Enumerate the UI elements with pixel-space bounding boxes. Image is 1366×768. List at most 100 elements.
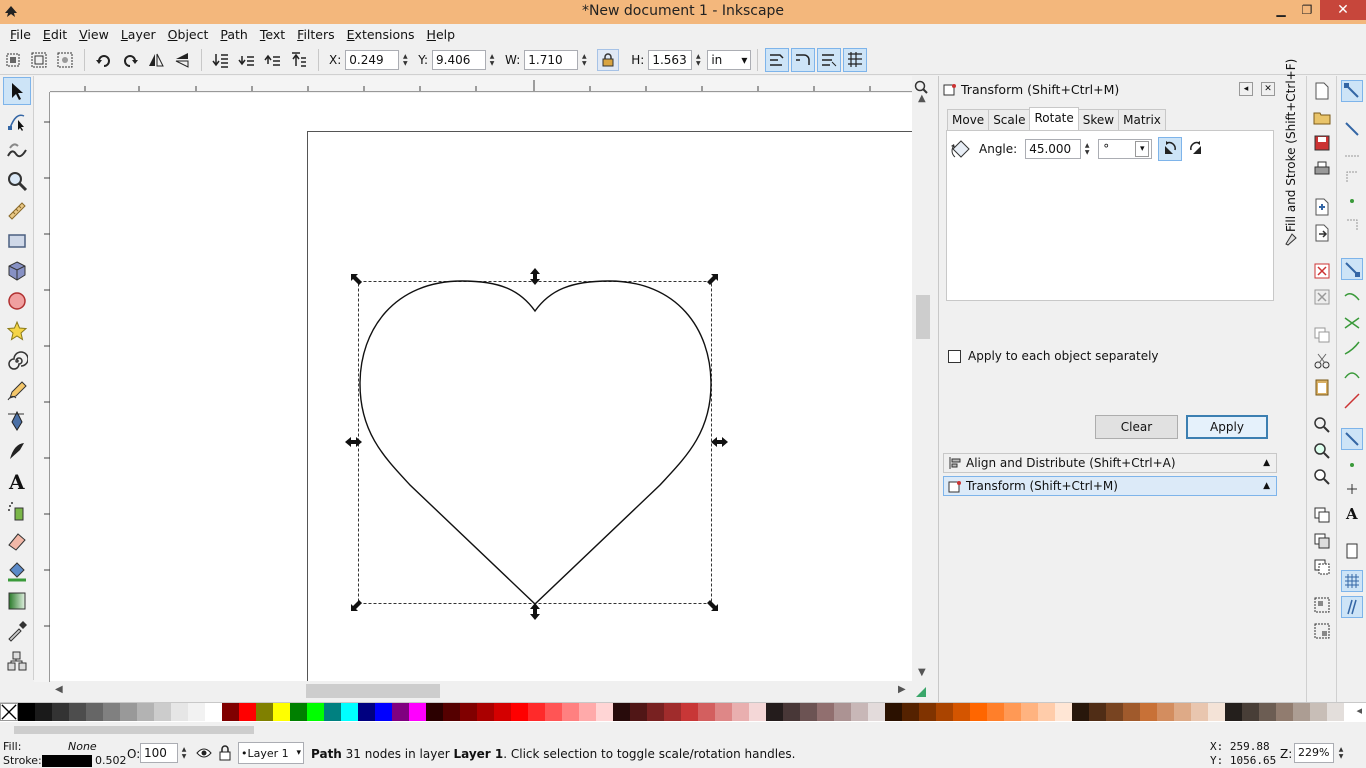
h-stepper[interactable]: ▲ ▼ — [693, 50, 703, 70]
palette-swatch[interactable] — [749, 703, 766, 721]
palette-swatch[interactable] — [885, 703, 902, 721]
apply-each-checkbox[interactable] — [948, 349, 961, 363]
snap-cusp-nodes-toggle[interactable] — [1341, 338, 1363, 360]
star-tool[interactable] — [3, 317, 31, 345]
palette-swatch[interactable] — [817, 703, 834, 721]
ungroup-icon[interactable] — [1313, 622, 1331, 640]
transform-patterns-toggle[interactable] — [843, 47, 868, 72]
palette-swatch[interactable] — [324, 703, 341, 721]
palette-swatch[interactable] — [1327, 703, 1344, 721]
pen-tool[interactable] — [3, 407, 31, 435]
drawing-canvas[interactable] — [50, 93, 912, 681]
scroll-down-icon[interactable]: ▼ — [918, 667, 926, 678]
w-stepper[interactable]: ▲ ▼ — [579, 50, 589, 70]
palette-swatch[interactable] — [52, 703, 69, 721]
clone-icon[interactable] — [1313, 532, 1331, 550]
tab-move[interactable]: Move — [947, 109, 990, 131]
palette-swatch[interactable] — [1004, 703, 1021, 721]
tab-scale[interactable]: Scale — [988, 109, 1031, 131]
palette-swatch[interactable] — [120, 703, 137, 721]
menu-extensions[interactable]: Extensions — [341, 27, 421, 42]
palette-swatch[interactable] — [953, 703, 970, 721]
menu-text[interactable]: Text — [254, 27, 291, 42]
snap-bbox-toggle[interactable] — [1341, 118, 1363, 140]
minimize-button[interactable]: ▁ — [1268, 0, 1294, 20]
palette-swatch[interactable] — [103, 703, 120, 721]
horizontal-ruler[interactable] — [50, 76, 912, 92]
scroll-up-icon[interactable]: ▲ — [918, 93, 926, 104]
close-dialog-button[interactable]: ✕ — [1261, 82, 1275, 96]
scale-radii-toggle[interactable] — [791, 47, 816, 72]
handle-nw-icon[interactable] — [351, 274, 362, 285]
color-manage-toggle-icon[interactable] — [914, 685, 928, 699]
zoom-tool[interactable] — [3, 167, 31, 195]
maximize-button[interactable]: ❐ — [1294, 0, 1320, 20]
angle-input[interactable]: 45.000 — [1025, 139, 1082, 159]
palette-swatch[interactable] — [851, 703, 868, 721]
palette-swatch[interactable] — [86, 703, 103, 721]
handle-ne-icon[interactable] — [707, 274, 718, 285]
snap-nodes-toggle[interactable] — [1341, 258, 1363, 280]
palette-swatch[interactable] — [766, 703, 783, 721]
palette-swatch[interactable] — [154, 703, 171, 721]
palette-swatch[interactable] — [35, 703, 52, 721]
palette-swatch[interactable] — [392, 703, 409, 721]
palette-swatch[interactable] — [171, 703, 188, 721]
snap-others-toggle[interactable] — [1341, 428, 1363, 450]
palette-swatch[interactable] — [460, 703, 477, 721]
handle-sw-icon[interactable] — [351, 600, 362, 611]
snap-page-border-toggle[interactable] — [1341, 540, 1363, 562]
palette-swatch[interactable] — [222, 703, 239, 721]
palette-menu-icon[interactable]: ◂ — [1356, 704, 1362, 717]
undo-icon[interactable] — [1313, 262, 1331, 280]
spray-tool[interactable] — [3, 497, 31, 525]
palette-swatch[interactable] — [1123, 703, 1140, 721]
spiral-tool[interactable] — [3, 347, 31, 375]
clear-button[interactable]: Clear — [1095, 415, 1178, 439]
palette-swatch[interactable] — [375, 703, 392, 721]
zoom-drawing-icon[interactable] — [1313, 442, 1331, 460]
palette-swatch[interactable] — [698, 703, 715, 721]
horizontal-scrollbar[interactable]: ◀ ▶ — [50, 681, 912, 701]
paint-bucket-tool[interactable] — [3, 557, 31, 585]
palette-swatch[interactable] — [1157, 703, 1174, 721]
deselect-button[interactable] — [54, 49, 76, 71]
palette-swatch[interactable] — [205, 703, 222, 721]
palette-swatch[interactable] — [613, 703, 630, 721]
palette-swatch[interactable] — [290, 703, 307, 721]
snap-paths-toggle[interactable] — [1341, 286, 1363, 308]
palette-swatch[interactable] — [1293, 703, 1310, 721]
palette-swatch[interactable] — [1242, 703, 1259, 721]
palette-swatch[interactable] — [494, 703, 511, 721]
palette-swatch[interactable] — [664, 703, 681, 721]
palette-swatch[interactable] — [69, 703, 86, 721]
opacity-stepper[interactable]: ▲ ▼ — [179, 743, 189, 763]
snap-intersections-toggle[interactable] — [1341, 312, 1363, 334]
palette-swatch[interactable] — [273, 703, 290, 721]
palette-swatch[interactable] — [528, 703, 545, 721]
tweak-tool[interactable] — [3, 137, 31, 165]
y-input[interactable]: 9.406 — [432, 49, 487, 70]
scale-handles[interactable] — [345, 268, 728, 620]
rectangle-tool[interactable] — [3, 227, 31, 255]
y-stepper[interactable]: ▲ ▼ — [487, 50, 497, 70]
menu-help[interactable]: Help — [421, 27, 462, 42]
fill-stroke-vertical-tab[interactable]: Fill and Stroke (Shift+Ctrl+F) — [1284, 59, 1298, 232]
palette-swatch[interactable] — [426, 703, 443, 721]
palette-swatch[interactable] — [987, 703, 1004, 721]
open-folder-icon[interactable] — [1313, 108, 1331, 126]
current-layer-select[interactable]: •Layer 1 ▾ — [238, 742, 304, 764]
menu-view[interactable]: View — [73, 27, 115, 42]
palette-swatch[interactable] — [545, 703, 562, 721]
palette-swatch[interactable] — [256, 703, 273, 721]
fill-stroke-icon[interactable] — [1284, 232, 1298, 246]
import-icon[interactable] — [1313, 198, 1331, 216]
palette-swatch[interactable] — [562, 703, 579, 721]
snap-centers-toggle[interactable] — [1341, 454, 1363, 476]
lower-button[interactable] — [236, 49, 258, 71]
h-input[interactable]: 1.563 — [648, 49, 693, 70]
palette-swatch[interactable] — [647, 703, 664, 721]
raise-button[interactable] — [262, 49, 284, 71]
snap-guides-toggle[interactable] — [1341, 596, 1363, 618]
menu-file[interactable]: File — [4, 27, 37, 42]
